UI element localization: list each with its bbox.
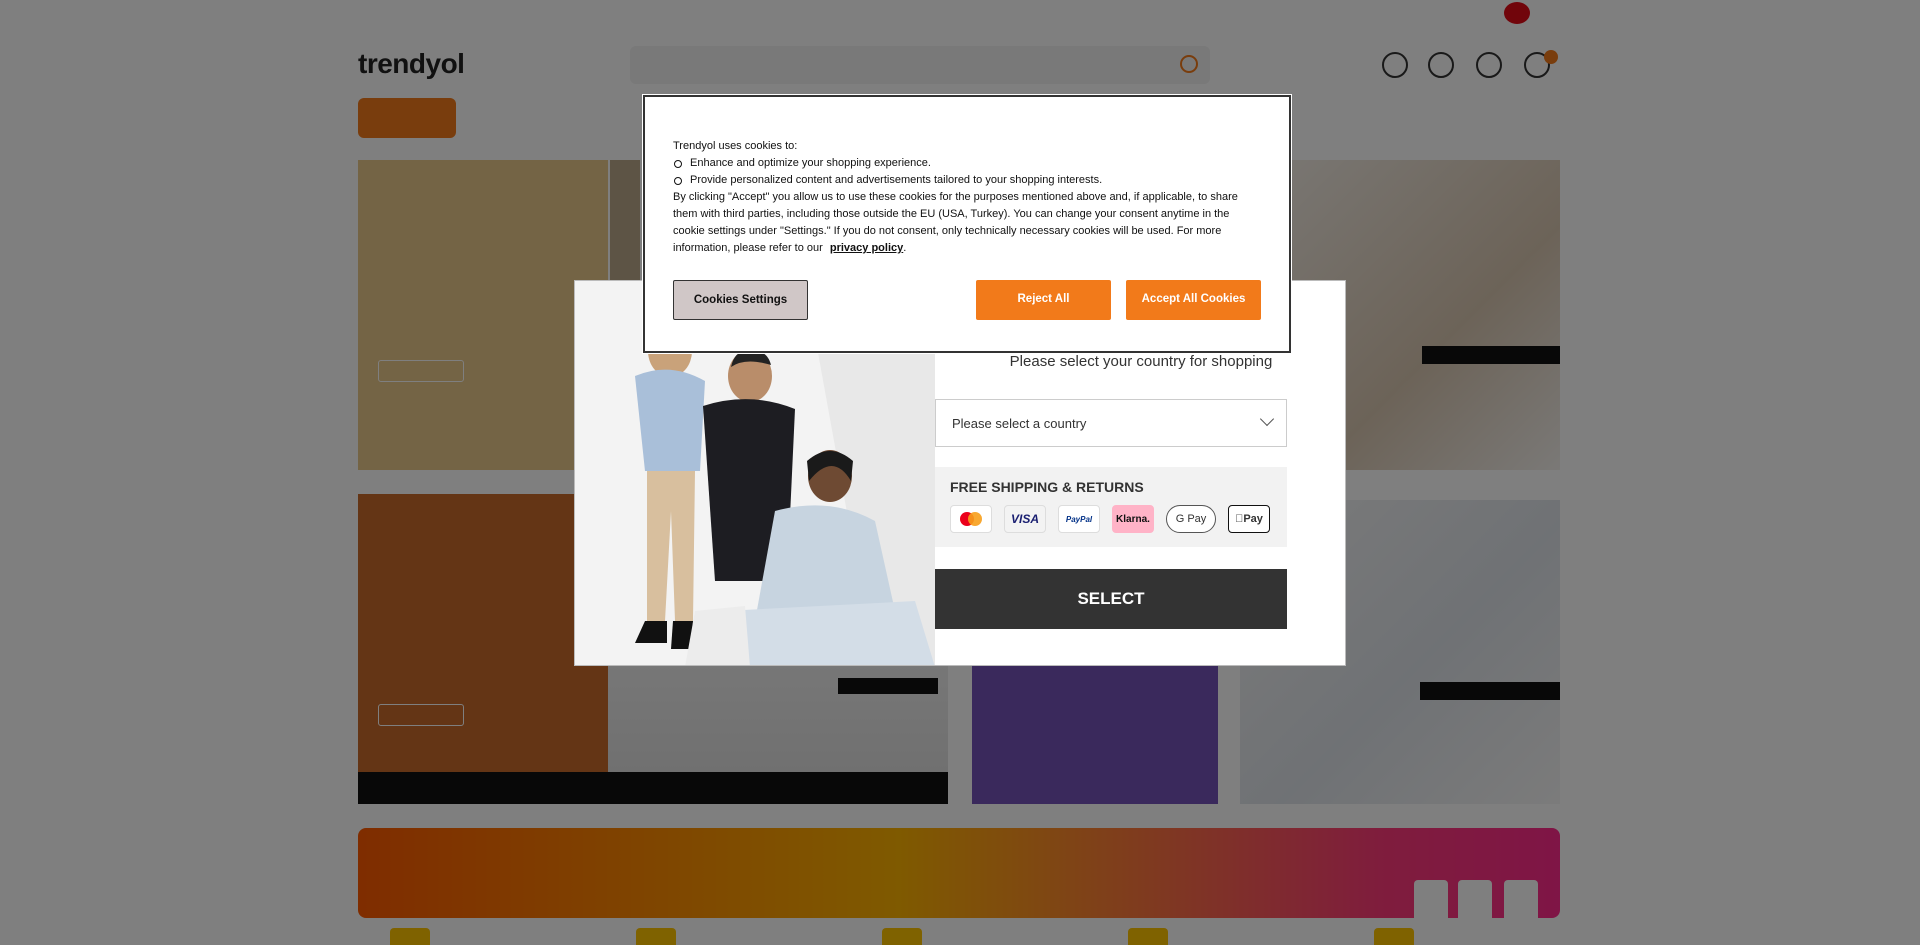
cookie-body-suffix: .	[903, 242, 907, 254]
country-select-dropdown[interactable]: Please select a country	[935, 399, 1287, 447]
payment-methods: VISA PayPal Klarna. G Pay Pay	[950, 505, 1270, 533]
privacy-policy-link[interactable]: privacy policy	[830, 242, 903, 254]
cookie-text: Trendyol uses cookies to: Enhance and op…	[673, 138, 1263, 257]
cookie-settings-button[interactable]: Cookies Settings	[673, 280, 808, 320]
cookie-body: By clicking "Accept" you allow us to use…	[673, 189, 1263, 257]
apple-pay-icon: Pay	[1228, 505, 1270, 533]
cookie-purpose-item: Enhance and optimize your shopping exper…	[673, 155, 1263, 172]
cookie-consent-banner: Trendyol uses cookies to: Enhance and op…	[643, 95, 1291, 353]
country-select-subtitle: Please select your country for shopping	[1009, 353, 1273, 370]
visa-icon: VISA	[1004, 505, 1046, 533]
mastercard-icon	[950, 505, 992, 533]
apple-pay-label: Pay	[1239, 513, 1263, 525]
cookie-purpose-list: Enhance and optimize your shopping exper…	[673, 155, 1263, 189]
select-country-button[interactable]: SELECT	[935, 569, 1287, 629]
paypal-icon: PayPal	[1058, 505, 1100, 533]
shipping-title: FREE SHIPPING & RETURNS	[950, 479, 1144, 495]
shipping-info-box: FREE SHIPPING & RETURNS VISA PayPal Klar…	[935, 467, 1287, 547]
country-select-placeholder: Please select a country	[952, 416, 1087, 431]
cookie-purpose-item: Provide personalized content and adverti…	[673, 172, 1263, 189]
cookie-body-text: By clicking "Accept" you allow us to use…	[673, 191, 1238, 254]
klarna-icon: Klarna.	[1112, 505, 1154, 533]
reject-all-button[interactable]: Reject All	[976, 280, 1111, 320]
cookie-intro: Trendyol uses cookies to:	[673, 140, 798, 152]
chevron-down-icon	[1259, 411, 1275, 427]
google-pay-icon: G Pay	[1166, 505, 1216, 533]
accept-all-cookies-button[interactable]: Accept All Cookies	[1126, 280, 1261, 320]
